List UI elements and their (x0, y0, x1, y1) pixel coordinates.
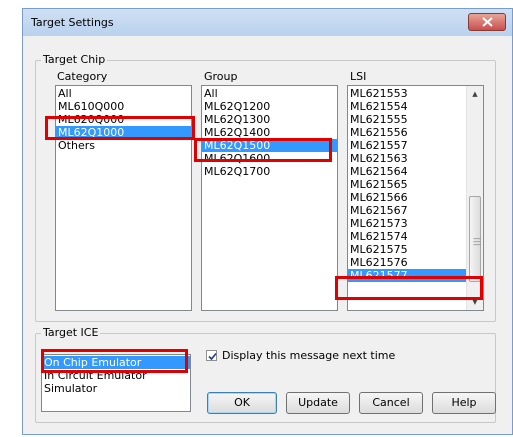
ok-button[interactable]: OK (207, 392, 277, 414)
group-label: Group (204, 70, 238, 83)
list-item[interactable]: Others (56, 139, 191, 152)
list-item[interactable]: ML610Q000 (56, 100, 191, 113)
list-item[interactable]: ML621576 (348, 256, 483, 269)
list-item[interactable]: ML621567 (348, 204, 483, 217)
highlight-category (45, 116, 195, 140)
close-button[interactable] (468, 13, 506, 31)
list-item[interactable]: ML621575 (348, 243, 483, 256)
checkbox-box[interactable] (206, 350, 217, 361)
list-item[interactable]: ML621557 (348, 139, 483, 152)
list-item[interactable]: ML621573 (348, 217, 483, 230)
checkmark-icon (208, 352, 217, 361)
list-item[interactable]: ML62Q1200 (202, 100, 337, 113)
highlight-lsi (335, 276, 483, 300)
list-item[interactable]: All (202, 87, 337, 100)
list-item[interactable]: ML621565 (348, 178, 483, 191)
group-listbox[interactable]: All ML62Q1200 ML62Q1300 ML62Q1400 ML62Q1500 M… (201, 85, 338, 311)
close-x-icon (482, 17, 493, 27)
window-title: Target Settings (31, 16, 114, 29)
list-item[interactable]: ML621555 (348, 113, 483, 126)
grip-icon: — — — (473, 234, 481, 249)
cancel-button[interactable]: Cancel (359, 392, 423, 414)
list-item[interactable]: ML621564 (348, 165, 483, 178)
list-item[interactable]: ML621563 (348, 152, 483, 165)
target-chip-legend: Target Chip (41, 53, 108, 66)
list-item[interactable]: All (56, 87, 191, 100)
list-item[interactable]: Simulator (42, 382, 190, 395)
lsi-label: LSI (350, 70, 367, 83)
target-ice-legend: Target ICE (41, 326, 101, 339)
list-item[interactable]: ML62Q1300 (202, 113, 337, 126)
list-item[interactable]: ML621574 (348, 230, 483, 243)
list-item[interactable]: ML621556 (348, 126, 483, 139)
help-button[interactable]: Help (432, 392, 496, 414)
display-message-label: Display this message next time (222, 349, 396, 362)
arrow-up-icon[interactable]: ▲ (467, 86, 483, 102)
update-button[interactable]: Update (286, 392, 350, 414)
scrollbar-thumb[interactable]: — — — (469, 196, 481, 282)
list-item[interactable]: ML621566 (348, 191, 483, 204)
highlight-ice (41, 349, 188, 373)
title-bar[interactable]: Target Settings (23, 9, 512, 36)
list-item[interactable]: ML62Q1700 (202, 165, 337, 178)
category-label: Category (57, 70, 108, 83)
list-item[interactable]: ML621554 (348, 100, 483, 113)
highlight-group (194, 138, 332, 162)
list-item[interactable]: ML621553 (348, 87, 483, 100)
